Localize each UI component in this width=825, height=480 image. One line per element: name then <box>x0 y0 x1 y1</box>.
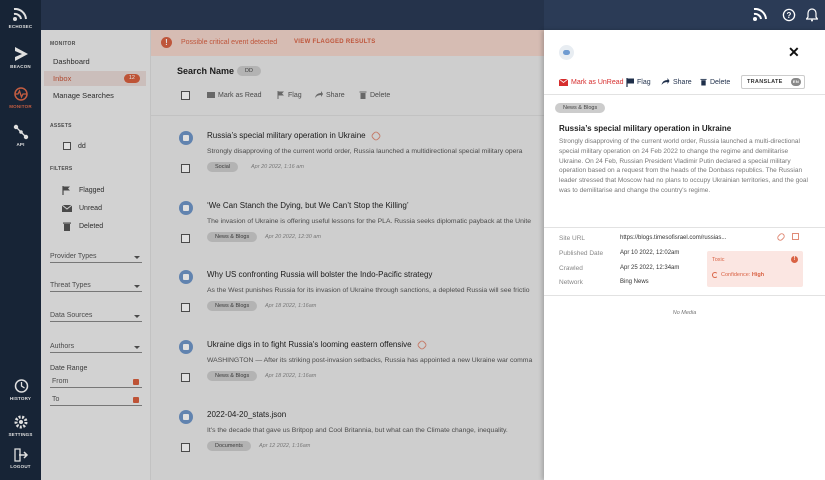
mail-icon <box>558 78 569 86</box>
bell-icon[interactable] <box>806 8 818 22</box>
detail-panel: ✕ Mark as UnRead Flag Share Delete TRANS… <box>544 30 825 480</box>
trash-icon <box>700 79 707 86</box>
help-icon[interactable]: ? <box>782 8 796 22</box>
network-value: Bing News <box>620 279 649 285</box>
site-url-value[interactable]: https://blogs.timesofisrael.com/russias.… <box>620 235 726 241</box>
published-label: Published Date <box>559 250 604 257</box>
divider <box>544 295 825 296</box>
svg-text:?: ? <box>787 11 792 20</box>
confidence-value: High <box>751 272 765 278</box>
translate-label: TRANSLATE <box>747 79 783 85</box>
detail-title: Russia’s special military operation in U… <box>559 124 732 133</box>
published-value: Apr 10 2022, 12:02am <box>620 250 680 256</box>
divider <box>544 94 825 95</box>
divider <box>544 227 825 228</box>
flag-icon <box>626 77 634 87</box>
info-icon[interactable]: ! <box>791 256 798 263</box>
spinner-icon <box>712 272 718 278</box>
category-chip: News & Blogs <box>555 103 606 113</box>
network-label: Network <box>559 279 583 286</box>
translate-button[interactable]: TRANSLATE EN <box>741 75 805 89</box>
link-icon[interactable] <box>776 232 786 242</box>
toxicity-card: Toxic ! Confidence: High <box>707 251 803 287</box>
flag-button[interactable]: Flag <box>626 77 651 89</box>
toxicity-label: Toxic <box>712 257 725 263</box>
crawled-value: Apr 25 2022, 12:34am <box>620 265 680 271</box>
share-button[interactable]: Share <box>661 77 692 89</box>
delete-button[interactable]: Delete <box>700 77 730 89</box>
echosec-logo-icon[interactable] <box>751 8 771 22</box>
crawled-label: Crawled <box>559 265 583 272</box>
confidence-text: Confidence: High <box>721 272 764 278</box>
modal-backdrop[interactable] <box>0 0 544 480</box>
mark-unread-label: Mark as UnRead <box>571 79 624 86</box>
site-url-label: Site URL <box>559 235 586 242</box>
flag-label: Flag <box>637 79 651 86</box>
no-media-text: No Media <box>672 310 697 316</box>
language-toggle[interactable]: EN <box>791 78 801 86</box>
close-icon[interactable]: ✕ <box>788 44 800 61</box>
external-link-icon[interactable] <box>792 233 799 240</box>
mark-unread-button[interactable]: Mark as UnRead <box>558 77 624 89</box>
detail-body: Strongly disapproving of the current wor… <box>559 138 808 194</box>
share-label: Share <box>673 79 692 86</box>
confidence-label: Confidence: <box>721 272 751 278</box>
twitter-icon <box>559 45 574 60</box>
share-icon <box>661 78 670 86</box>
delete-label: Delete <box>710 79 731 86</box>
